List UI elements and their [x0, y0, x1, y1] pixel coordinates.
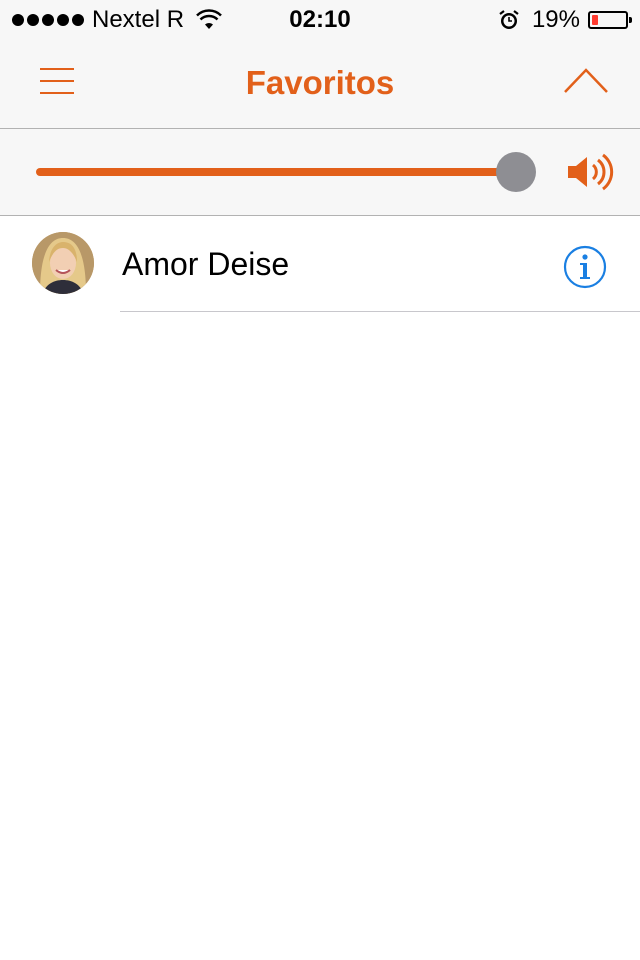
status-bar: Nextel R 02:10 19%	[0, 0, 640, 40]
speaker-icon[interactable]	[566, 153, 614, 191]
contact-name: Amor Deise	[122, 246, 290, 282]
favorites-screen: Nextel R 02:10 19% Favoritos Amor Deise	[0, 0, 640, 960]
alarm-icon	[499, 10, 519, 29]
battery-icon	[588, 11, 632, 29]
status-right: 19%	[498, 6, 632, 34]
page-title: Favoritos	[245, 64, 395, 101]
list-item[interactable]: Amor Deise	[0, 216, 640, 312]
chevron-up-icon[interactable]	[562, 62, 610, 96]
volume-slider-thumb[interactable]	[496, 152, 536, 192]
row-divider	[120, 311, 640, 312]
volume-bar	[0, 129, 640, 216]
volume-slider-track[interactable]	[36, 168, 516, 176]
battery-fill	[592, 15, 598, 25]
navigation-bar: Favoritos	[0, 40, 640, 129]
avatar	[32, 232, 94, 294]
battery-percent: 19%	[531, 6, 580, 33]
avatar-photo	[32, 232, 94, 294]
info-icon[interactable]	[563, 245, 607, 289]
